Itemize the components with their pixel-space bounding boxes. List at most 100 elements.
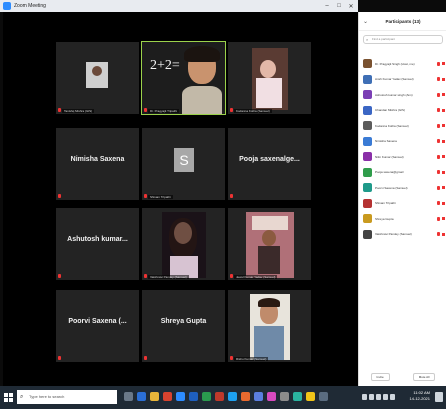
participant-row[interactable]: Chandan Mishra (GIS) [359, 103, 446, 119]
clock-date: 14-12-2021 [409, 396, 430, 401]
participant-search-input[interactable]: ⌕ Find a participant [363, 35, 443, 44]
taskbar-clock[interactable]: 11:02 AM 14-12-2021 [410, 390, 430, 402]
invite-button[interactable]: Invite [370, 373, 390, 381]
app-icon[interactable] [293, 392, 302, 401]
mute-all-button[interactable]: Mute All [412, 373, 436, 381]
microphone-muted-icon[interactable] [437, 108, 440, 113]
camera-off-icon[interactable] [442, 217, 445, 221]
avatar [363, 90, 372, 100]
avatar [363, 167, 372, 177]
camera-off-icon[interactable] [442, 62, 445, 66]
chevron-down-icon[interactable]: ⌄ [363, 18, 368, 25]
video-tile[interactable]: Kodanna Kotha (Samuel) [228, 42, 311, 114]
microphone-muted-icon[interactable] [437, 170, 440, 175]
app-icon[interactable] [319, 392, 328, 401]
participant-row[interactable]: Shreya Gupta [359, 211, 446, 227]
participants-header: ⌄ Participants (13) [359, 12, 446, 31]
participant-face [260, 60, 276, 78]
camera-off-icon[interactable] [442, 108, 445, 112]
participant-list: Dr. Pragyajit Singh (Host, me) Ansh Kumar… [359, 56, 446, 242]
microphone-muted-icon [58, 274, 61, 278]
camera-off-icon[interactable] [442, 93, 445, 97]
zoom-app-icon [3, 2, 11, 10]
app-icon[interactable] [267, 392, 276, 401]
participant-hair [184, 46, 220, 62]
participants-footer: Invite Mute All [359, 372, 446, 382]
windows-icon[interactable] [4, 393, 13, 402]
participant-row[interactable]: Pooja saxena@gmail [359, 165, 446, 181]
microphone-muted-icon[interactable] [437, 185, 440, 190]
volume-icon[interactable] [383, 394, 388, 400]
camera-off-icon[interactable] [442, 186, 445, 190]
video-tile-active-speaker[interactable]: 2+2= Dr. Pragyajit Tripathi [141, 41, 226, 115]
video-tile[interactable]: Nimisha Saxena [56, 128, 139, 200]
video-tile[interactable]: Vaishnavi Pandey (Samuel) [142, 208, 225, 280]
microphone-muted-icon[interactable] [437, 123, 440, 128]
excel-icon[interactable] [202, 392, 211, 401]
tile-name: Rishu Kumar (Samuel) [234, 357, 269, 361]
tile-name: Shivam Tripathi [148, 195, 173, 199]
microphone-muted-icon[interactable] [437, 232, 440, 237]
app-icon[interactable] [280, 392, 289, 401]
microphone-muted-icon[interactable] [437, 77, 440, 82]
participant-row[interactable]: Shivam Tripathi [359, 196, 446, 212]
video-tile[interactable]: Jewel Kumar Yadav (Samuel) [228, 208, 311, 280]
tile-name: Tanishq Mishra (GIS) [62, 109, 95, 113]
chrome-icon[interactable] [163, 392, 172, 401]
maximize-icon[interactable]: □ [334, 0, 344, 12]
video-tile[interactable]: Poorvi Saxena (... [56, 290, 139, 362]
microphone-muted-icon[interactable] [437, 201, 440, 206]
participant-row[interactable]: Nitin Kumar (Samuel) [359, 149, 446, 165]
microphone-muted-icon[interactable] [437, 61, 440, 66]
participants-panel: ⌄ Participants (13) ⌕ Find a participant… [358, 12, 446, 386]
participant-row[interactable]: Vaishnavi Pandey (Samuel) [359, 227, 446, 243]
participant-row[interactable]: Poorvi Saxena (Samuel) [359, 180, 446, 196]
avatar [363, 121, 372, 131]
microphone-muted-icon[interactable] [437, 154, 440, 159]
tray-icon[interactable] [362, 394, 367, 400]
notification-icon[interactable] [435, 392, 443, 402]
microphone-muted-icon[interactable] [437, 216, 440, 221]
video-tile[interactable]: Rishu Kumar (Samuel) [228, 290, 311, 362]
camera-off-icon[interactable] [442, 124, 445, 128]
file-explorer-icon[interactable] [150, 392, 159, 401]
app-icon[interactable] [254, 392, 263, 401]
word-icon[interactable] [189, 392, 198, 401]
microphone-muted-icon[interactable] [437, 92, 440, 97]
zoom-icon[interactable] [176, 392, 185, 401]
participant-name: Kodanna Kotha (Samuel) [375, 123, 409, 128]
participant-row[interactable]: Ansh Kumar Yadav (Samuel) [359, 72, 446, 88]
camera-off-icon[interactable] [442, 77, 445, 81]
battery-icon[interactable] [390, 394, 395, 400]
camera-off-icon[interactable] [442, 170, 445, 174]
participant-row[interactable]: Ashutosh kumar singh (Aim) [359, 87, 446, 103]
video-tile[interactable]: Pooja saxenalge... [228, 128, 311, 200]
participant-display-name: Nimisha Saxena [70, 156, 125, 163]
participant-name: Poorvi Saxena (Samuel) [375, 185, 408, 190]
participant-row[interactable]: Dr. Pragyajit Singh (Host, me) [359, 56, 446, 72]
app-icon[interactable] [241, 392, 250, 401]
task-view-icon[interactable] [124, 392, 133, 401]
video-tile[interactable]: Shreya Gupta [142, 290, 225, 362]
video-tile[interactable]: S Shivam Tripathi [142, 128, 225, 200]
microphone-muted-icon[interactable] [437, 139, 440, 144]
microphone-muted-icon [58, 108, 61, 112]
app-icon[interactable] [306, 392, 315, 401]
powerpoint-icon[interactable] [215, 392, 224, 401]
tray-icon[interactable] [369, 394, 374, 400]
taskbar-search-placeholder: Type here to search [29, 394, 65, 399]
app-icon[interactable] [228, 392, 237, 401]
wifi-icon[interactable] [376, 394, 381, 400]
video-tile[interactable]: Tanishq Mishra (GIS) [56, 42, 139, 114]
camera-off-icon[interactable] [442, 232, 445, 236]
minimize-icon[interactable]: – [322, 0, 332, 12]
video-tile[interactable]: Ashutosh kumar... [56, 208, 139, 280]
participant-row[interactable]: Nimisha Saxena [359, 134, 446, 150]
edge-icon[interactable] [137, 392, 146, 401]
participant-row[interactable]: Kodanna Kotha (Samuel) [359, 118, 446, 134]
camera-off-icon[interactable] [442, 155, 445, 159]
taskbar-search-input[interactable]: ⌕ Type here to search [17, 390, 117, 404]
camera-off-icon[interactable] [442, 201, 445, 205]
close-icon[interactable]: ✕ [346, 0, 356, 12]
camera-off-icon[interactable] [442, 139, 445, 143]
